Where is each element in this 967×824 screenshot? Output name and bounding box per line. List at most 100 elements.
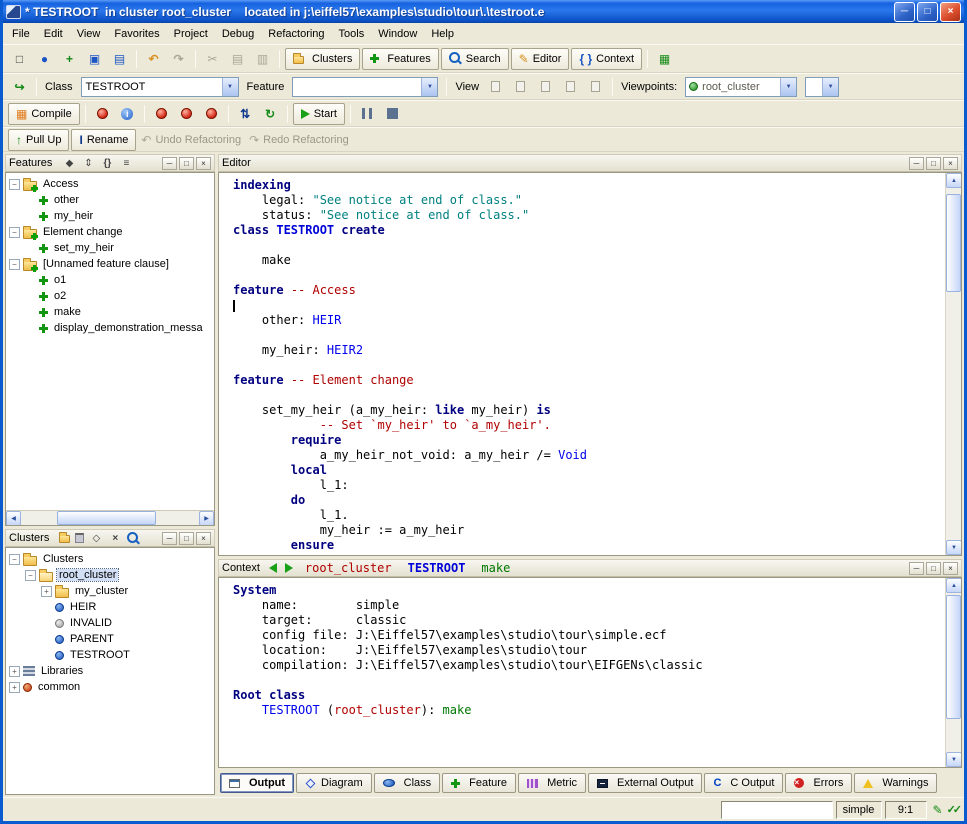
hscroll-track[interactable] (21, 511, 199, 525)
collapse-icon[interactable]: − (9, 554, 20, 565)
class-combo-arrow[interactable]: ▼ (222, 78, 238, 96)
menu-window[interactable]: Window (371, 26, 424, 42)
redo-refactoring-button[interactable]: ↷ Redo Refactoring (246, 129, 352, 151)
tree-item-other[interactable]: other (7, 192, 213, 208)
scroll-right-button[interactable]: ▶ (199, 511, 214, 526)
interface-view-button[interactable] (584, 76, 607, 98)
clusters-minimize-button[interactable]: ─ (162, 532, 177, 545)
menu-favorites[interactable]: Favorites (107, 26, 166, 42)
flat-view-button[interactable] (534, 76, 557, 98)
tree-item-invalid[interactable]: INVALID (7, 615, 213, 631)
collapse-icon[interactable]: − (25, 570, 36, 581)
undo-button[interactable]: ↶ (142, 48, 165, 70)
menu-file[interactable]: File (5, 26, 37, 42)
feature-combo-arrow[interactable]: ▼ (421, 78, 437, 96)
history-back-button[interactable] (269, 563, 277, 573)
maximize-button[interactable]: □ (917, 2, 938, 22)
layout-button[interactable]: ▦ (653, 48, 676, 70)
close-button[interactable]: × (940, 2, 961, 22)
editor-close-button[interactable]: × (943, 157, 958, 170)
tree-item-o1[interactable]: o1 (7, 272, 213, 288)
tree-item-parent[interactable]: PARENT (7, 631, 213, 647)
compilation-info-button[interactable]: i (116, 103, 139, 125)
tree-item-common[interactable]: +common (7, 679, 213, 695)
clusters-close-button[interactable]: × (196, 532, 211, 545)
context-close-button[interactable]: × (943, 562, 958, 575)
features-tool-button[interactable]: Features (362, 48, 438, 70)
tree-item-unnamed-feature-clause[interactable]: −[Unnamed feature clause] (7, 256, 213, 272)
context-maximize-button[interactable]: □ (926, 562, 941, 575)
vscroll-thumb[interactable] (946, 194, 961, 292)
diamond-outline-icon[interactable]: ◇ (89, 533, 103, 544)
cut-button[interactable]: ✂ (201, 48, 224, 70)
breadcrumb-root-cluster[interactable]: root_cluster (305, 561, 392, 575)
tab-class[interactable]: Class (374, 773, 441, 793)
breadcrumb-make[interactable]: make (481, 561, 510, 575)
feature-combo[interactable]: ▼ (292, 77, 438, 97)
tab-warnings[interactable]: Warnings (854, 773, 937, 793)
tree-item-access[interactable]: −Access (7, 176, 213, 192)
sort-icon[interactable]: ⇕ (81, 158, 95, 169)
basic-view-button[interactable] (484, 76, 507, 98)
features-maximize-button[interactable]: □ (179, 157, 194, 170)
tab-errors[interactable]: ×Errors (785, 773, 852, 793)
features-minimize-button[interactable]: ─ (162, 157, 177, 170)
scroll-down-button[interactable]: ▼ (946, 752, 962, 767)
pause-button[interactable] (356, 103, 379, 125)
class-combo[interactable]: TESTROOT ▼ (81, 77, 239, 97)
melt-button[interactable] (91, 103, 114, 125)
scroll-left-button[interactable]: ◀ (6, 511, 21, 526)
features-hscrollbar[interactable]: ◀ ▶ (6, 510, 214, 525)
menu-view[interactable]: View (70, 26, 108, 42)
editor-minimize-button[interactable]: ─ (909, 157, 924, 170)
expand-icon[interactable]: + (9, 666, 20, 677)
braces-icon[interactable]: {} (100, 158, 114, 169)
statusbar-message-field[interactable] (721, 801, 833, 819)
save-button[interactable]: ▣ (83, 48, 106, 70)
context-minimize-button[interactable]: ─ (909, 562, 924, 575)
tree-item-display-demonstration-messa[interactable]: display_demonstration_messa (7, 320, 213, 336)
tab-feature[interactable]: Feature (442, 773, 516, 793)
open-file-button[interactable]: ● (33, 48, 56, 70)
diamond-icon[interactable]: ◆ (62, 158, 76, 169)
remove-icon[interactable]: × (108, 533, 122, 544)
features-close-button[interactable]: × (196, 157, 211, 170)
tree-item-heir[interactable]: HEIR (7, 599, 213, 615)
stop-button[interactable] (381, 103, 404, 125)
menu-project[interactable]: Project (167, 26, 215, 42)
delete-button[interactable] (75, 533, 84, 543)
menu-debug[interactable]: Debug (215, 26, 261, 42)
viewpoints-combo-arrow[interactable]: ▼ (780, 78, 796, 96)
collapse-icon[interactable]: − (9, 259, 20, 270)
tree-item-make[interactable]: make (7, 304, 213, 320)
paste-button[interactable]: ▥ (251, 48, 274, 70)
freeze-button[interactable] (150, 103, 173, 125)
hscroll-thumb[interactable] (57, 511, 157, 525)
tree-item-my-cluster[interactable]: +my_cluster (7, 583, 213, 599)
context-content[interactable]: System name: simple target: classic conf… (219, 578, 945, 767)
editor-tool-button[interactable]: ✎ Editor (511, 48, 570, 70)
collapse-icon[interactable]: − (9, 179, 20, 190)
tab-output[interactable]: Output (220, 773, 294, 793)
new-item-button[interactable]: + (58, 48, 81, 70)
tab-external-output[interactable]: External Output (588, 773, 702, 793)
expand-icon[interactable]: + (9, 682, 20, 693)
tree-item-element-change[interactable]: −Element change (7, 224, 213, 240)
finalize-button[interactable] (175, 103, 198, 125)
tree-item-clusters[interactable]: −Clusters (7, 551, 213, 567)
search-tool-button[interactable]: Search (441, 48, 509, 70)
scroll-up-button[interactable]: ▲ (946, 173, 962, 188)
vscroll-track[interactable] (946, 593, 961, 752)
export-xmi-button[interactable]: ⇅ (234, 103, 257, 125)
clusters-maximize-button[interactable]: □ (179, 532, 194, 545)
viewpoints-combo[interactable]: root_cluster ▼ (685, 77, 797, 97)
menu-tools[interactable]: Tools (332, 26, 372, 42)
copy-button[interactable]: ▤ (226, 48, 249, 70)
scroll-up-button[interactable]: ▲ (946, 578, 962, 593)
menu-refactoring[interactable]: Refactoring (261, 26, 331, 42)
features-tree[interactable]: −Accessothermy_heir−Element changeset_my… (6, 173, 214, 510)
pull-up-button[interactable]: ↑ Pull Up (8, 129, 69, 151)
search-cluster-button[interactable] (127, 532, 140, 545)
minimize-button[interactable]: ─ (894, 2, 915, 22)
redo-button[interactable]: ↷ (167, 48, 190, 70)
